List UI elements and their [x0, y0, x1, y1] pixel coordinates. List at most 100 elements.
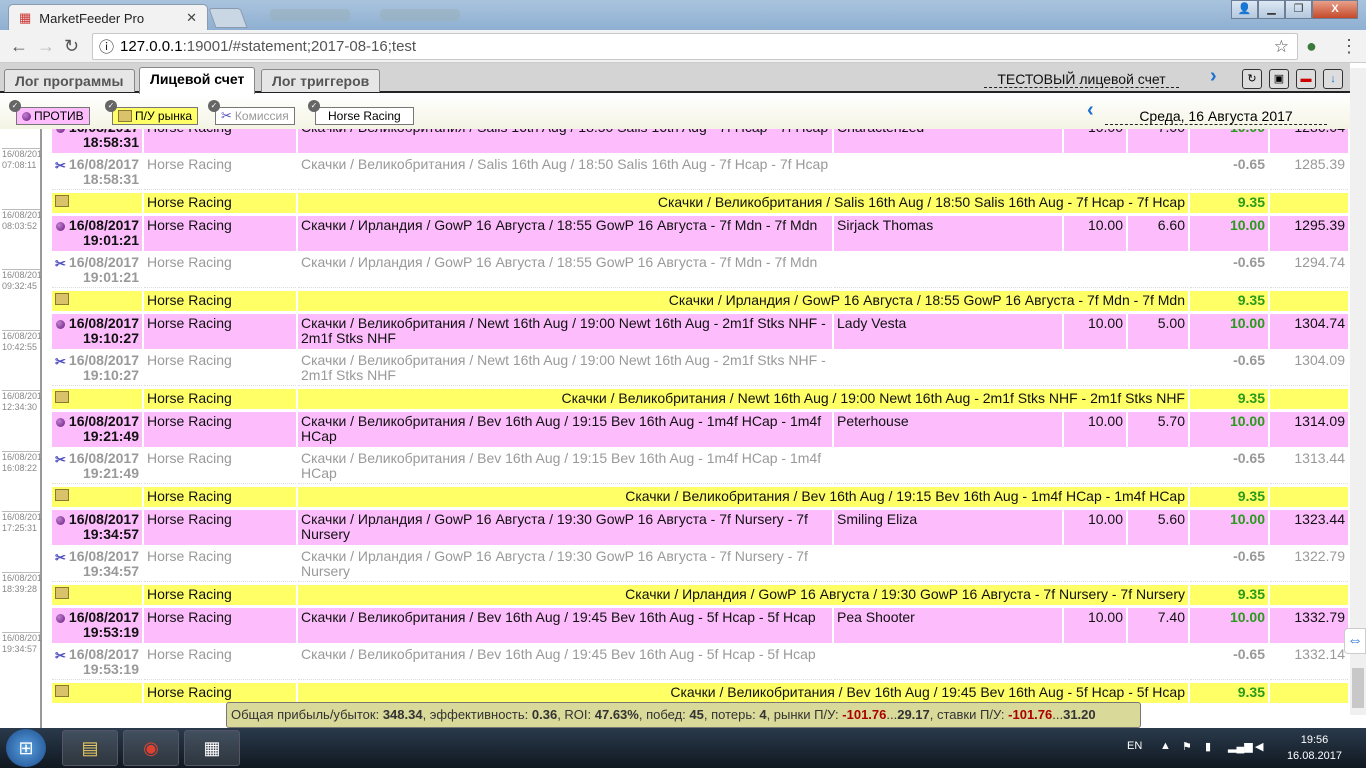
- table-row-bet[interactable]: 16/08/2017 19:53:19 Horse Racing Скачки / В…: [52, 608, 1348, 643]
- back-icon[interactable]: ←: [10, 36, 28, 57]
- odds: 5.00: [1128, 314, 1188, 349]
- profit-loss: 10.00: [1190, 510, 1268, 545]
- bets-pl-min: -101.76: [1008, 707, 1053, 722]
- save-icon[interactable]: ▣: [1269, 69, 1289, 89]
- table-row-commission[interactable]: ✂ 16/08/2017 19:21:49 Horse Racing Скачки / …: [52, 449, 1348, 484]
- table-row-commission[interactable]: ✂ 16/08/2017 19:10:27 Horse Racing Скачки / …: [52, 351, 1348, 386]
- explorer-taskbar-icon[interactable]: ▤: [62, 730, 118, 766]
- bookmark-star-icon[interactable]: ☆: [1274, 37, 1289, 57]
- efficiency: 0.36: [531, 707, 558, 722]
- forward-icon[interactable]: →: [37, 36, 55, 57]
- table-row-bet[interactable]: 16/08/2017 19:01:21 Horse Racing Скачки / И…: [52, 216, 1348, 251]
- commission-amount: -0.65: [1190, 253, 1268, 288]
- bet-datetime: 16/08/2017 19:01:21: [52, 216, 142, 251]
- teamviewer-icon[interactable]: ⇔: [1344, 628, 1366, 654]
- timestamp-time: 12:34:30: [2, 402, 38, 412]
- reload-icon[interactable]: ↻: [64, 36, 79, 57]
- start-button[interactable]: ⊞: [6, 729, 46, 767]
- balance: [1270, 487, 1348, 507]
- commission-date: 16/08/2017: [68, 548, 139, 564]
- refresh-button[interactable]: ↻: [1242, 69, 1262, 89]
- table-row-market-pl[interactable]: Horse Racing Скачки / Великобритания / Sa…: [52, 193, 1348, 213]
- market-name: Скачки / Великобритания / Newt 16th Aug …: [298, 351, 832, 386]
- sport: Horse Racing: [144, 155, 296, 190]
- timestamp-time: 07:08:11: [2, 160, 37, 170]
- filter-against[interactable]: ✓ ПРОТИВ: [9, 100, 90, 125]
- filter-sport[interactable]: ✓ Horse Racing: [308, 100, 414, 125]
- table-row-market-pl[interactable]: Horse Racing Скачки / Ирландия / GowP 16 …: [52, 291, 1348, 311]
- tab-trigger-log[interactable]: Лог триггеров: [261, 69, 381, 92]
- close-tab-icon[interactable]: ✕: [186, 10, 197, 26]
- table-row-bet[interactable]: 16/08/2017 19:34:57 Horse Racing Скачки / И…: [52, 510, 1348, 545]
- account-selector[interactable]: ТЕСТОВЫЙ лицевой счет: [984, 71, 1179, 88]
- sport: Horse Racing: [144, 547, 296, 582]
- table-row-commission[interactable]: ✂ 16/08/2017 18:58:31 Horse Racing Скачки / …: [52, 155, 1348, 190]
- user-icon[interactable]: 👤: [1231, 0, 1258, 19]
- power-icon[interactable]: ▮: [1205, 740, 1211, 753]
- table-row-market-pl[interactable]: Horse Racing Скачки / Ирландия / GowP 16 …: [52, 585, 1348, 605]
- timeline-timestamp: 16/08/201 17:25:31: [2, 511, 43, 534]
- clock[interactable]: 19:56 16.08.2017: [1287, 732, 1342, 764]
- table-row-bet[interactable]: 16/08/2017 19:10:27 Horse Racing Скачки / В…: [52, 314, 1348, 349]
- language-indicator[interactable]: EN: [1127, 740, 1142, 752]
- market-name: Скачки / Великобритания / Bev 16th Aug /…: [298, 449, 832, 484]
- url-input[interactable]: ⓘ 127.0.0.1:19001/#statement;2017-08-16;…: [92, 33, 1298, 60]
- filter-commission[interactable]: ✓ ✂ Комиссия: [208, 100, 295, 125]
- chevron-right-icon[interactable]: ›: [1210, 65, 1217, 88]
- market-name: Скачки / Ирландия / GowP 16 Августа / 19…: [298, 585, 1188, 605]
- table-row-market-pl[interactable]: Horse Racing Скачки / Великобритания / Ne…: [52, 389, 1348, 409]
- extension-globe-icon[interactable]: ●: [1306, 36, 1317, 57]
- odds: 5.70: [1128, 412, 1188, 447]
- browser-tab[interactable]: ▦ MarketFeeder Pro ✕: [8, 4, 208, 31]
- timestamp-date: 16/08/201: [2, 512, 43, 522]
- market-profit-loss: 9.35: [1190, 585, 1268, 605]
- table-row-market-pl[interactable]: Horse Racing Скачки / Великобритания / Be…: [52, 487, 1348, 507]
- bet-time: 18:58:31: [82, 134, 139, 150]
- odds: [1128, 351, 1188, 386]
- market-name: Скачки / Ирландия / GowP 16 Августа / 18…: [298, 253, 832, 288]
- volume-icon[interactable]: ◀: [1255, 740, 1263, 753]
- timestamp-time: 17:25:31: [2, 523, 38, 533]
- check-icon: ✓: [308, 100, 320, 112]
- chrome-taskbar-icon[interactable]: ◉: [123, 730, 179, 766]
- chevron-left-icon[interactable]: ‹: [1087, 99, 1094, 122]
- filter-market-pl[interactable]: ✓ П/У рынка: [105, 100, 199, 125]
- market-name: Скачки / Великобритания / Salis 16th Aug…: [298, 155, 832, 190]
- restore-button[interactable]: ❐: [1285, 0, 1312, 19]
- table-row-market-pl[interactable]: Horse Racing Скачки / Великобритания / Be…: [52, 683, 1348, 703]
- export-icon[interactable]: ▬: [1296, 69, 1316, 89]
- flag-icon[interactable]: ⚑: [1182, 740, 1192, 753]
- market-pl-icon: [55, 195, 69, 207]
- table-row-commission[interactable]: ✂ 16/08/2017 19:01:21 Horse Racing Скачки / …: [52, 253, 1348, 288]
- timestamp-time: 10:42:55: [2, 341, 38, 352]
- balance: 1323.44: [1270, 510, 1348, 545]
- summary-label: , эффективность:: [422, 707, 532, 722]
- stake: 10.00: [1064, 510, 1126, 545]
- bet-date: 16/08/2017: [68, 511, 139, 527]
- selection: Lady Vesta: [834, 314, 1062, 349]
- bet-datetime: 16/08/2017 19:53:19: [52, 608, 142, 643]
- profit-loss: 10.00: [1190, 314, 1268, 349]
- summary-label: , рынки П/У:: [766, 707, 843, 722]
- menu-icon[interactable]: ⋮: [1340, 36, 1358, 57]
- new-tab-button[interactable]: [208, 8, 248, 28]
- tray-expand-icon[interactable]: ▲: [1160, 740, 1171, 752]
- table-row-commission[interactable]: ✂ 16/08/2017 19:34:57 Horse Racing Скачки / …: [52, 547, 1348, 582]
- network-icon[interactable]: ▂▄▆: [1228, 740, 1253, 753]
- filter-label: ПРОТИВ: [34, 109, 84, 123]
- marketfeeder-taskbar-icon[interactable]: ▦: [184, 730, 240, 766]
- sport: Horse Racing: [144, 291, 296, 311]
- market-name: Скачки / Великобритания / Salis 16th Aug…: [298, 193, 1188, 213]
- download-icon[interactable]: ↓: [1323, 69, 1343, 89]
- tab-statement[interactable]: Лицевой счет: [139, 67, 256, 94]
- timestamp-time: 19:34:57: [2, 644, 38, 654]
- minimize-button[interactable]: ▁: [1258, 0, 1285, 19]
- table-row-commission[interactable]: ✂ 16/08/2017 19:53:19 Horse Racing Скачки / …: [52, 645, 1348, 680]
- tab-program-log[interactable]: Лог программы: [4, 69, 135, 92]
- close-window-button[interactable]: X: [1312, 0, 1358, 19]
- scrollbar[interactable]: [1350, 68, 1366, 715]
- table-row-bet[interactable]: 16/08/2017 19:21:49 Horse Racing Скачки / В…: [52, 412, 1348, 447]
- date-selector[interactable]: Среда, 16 Августа 2017: [1105, 108, 1327, 125]
- balance: 1285.39: [1270, 155, 1348, 190]
- scrollbar-thumb[interactable]: [1352, 668, 1364, 708]
